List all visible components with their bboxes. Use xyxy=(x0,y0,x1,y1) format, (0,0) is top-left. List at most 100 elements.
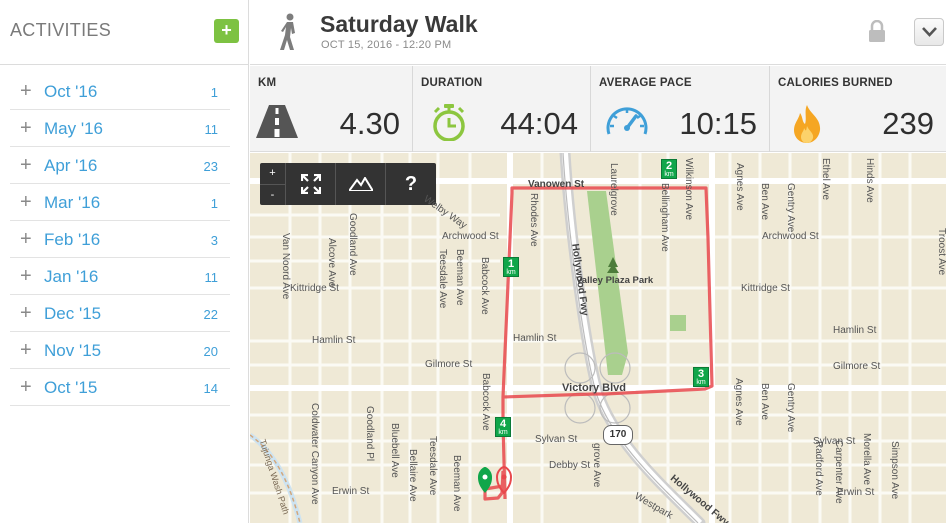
street-label: Ethel Ave xyxy=(820,158,831,201)
route-map[interactable]: + - ? Vanowen St Welby Way Archwood St A… xyxy=(250,153,946,523)
street-label: Goodland Ave xyxy=(347,213,358,276)
expand-icon: + xyxy=(20,302,32,324)
month-label[interactable]: Oct '15 xyxy=(44,378,97,398)
stat-value: 44:04 xyxy=(500,106,578,141)
month-label[interactable]: Nov '15 xyxy=(44,341,101,361)
street-label: Hamlin St xyxy=(513,333,557,344)
month-count: 14 xyxy=(203,381,218,396)
chevron-down-icon xyxy=(922,27,937,37)
street-label: Simpson Ave xyxy=(889,441,900,500)
street-label: Troost Ave xyxy=(936,228,946,276)
street-label: Alcove Ave xyxy=(326,238,337,288)
street-label: Wilkinson Ave xyxy=(683,158,694,221)
sidebar-header: ACTIVITIES + xyxy=(0,0,249,65)
street-label: Archwood St xyxy=(442,231,499,242)
month-count: 3 xyxy=(210,233,218,248)
month-label[interactable]: Feb '16 xyxy=(44,230,100,250)
month-count: 11 xyxy=(204,270,219,285)
street-label: Laurelgrove xyxy=(608,163,619,216)
month-label[interactable]: Apr '16 xyxy=(44,156,97,176)
street-label: Rhodes Ave xyxy=(528,193,539,247)
month-item-dec-15[interactable]: + Dec '15 22 xyxy=(10,295,230,332)
road-icon xyxy=(256,105,298,138)
street-label: Gentry Ave xyxy=(785,383,796,433)
street-label: Van Noord Ave xyxy=(280,233,291,300)
street-label: Babcock Ave xyxy=(479,257,490,315)
fullscreen-icon xyxy=(301,174,321,194)
expand-icon: + xyxy=(20,339,32,361)
street-label: Ben Ave xyxy=(759,183,770,221)
street-label: Gilmore St xyxy=(425,359,473,370)
street-label: Hamlin St xyxy=(833,325,877,336)
street-label: Agnes Ave xyxy=(733,378,744,426)
zoom-out-button[interactable]: - xyxy=(260,184,285,205)
expand-icon: + xyxy=(20,228,32,250)
street-label: Kittridge St xyxy=(741,283,790,294)
street-label: Debby St xyxy=(549,460,591,471)
expand-icon: + xyxy=(20,376,32,398)
mountain-icon xyxy=(349,177,373,191)
expand-icon: + xyxy=(20,191,32,213)
stat-label: AVERAGE PACE xyxy=(599,77,692,89)
km-marker-4: 4 km xyxy=(495,417,511,437)
stat-calories: CALORIES BURNED 239 xyxy=(770,66,946,152)
street-label: Bellingham Ave xyxy=(659,183,670,252)
month-count: 1 xyxy=(210,85,218,100)
month-item-jan-16[interactable]: + Jan '16 11 xyxy=(10,258,230,295)
stats-bar: KM 4.30 DURATION 44:04 AVERAGE PACE 10:1… xyxy=(250,66,946,152)
activity-menu-button[interactable] xyxy=(914,18,944,46)
street-label: Hinds Ave xyxy=(864,158,875,203)
km-marker-3: 3 km xyxy=(693,367,709,387)
month-label[interactable]: May '16 xyxy=(44,119,103,139)
map-controls: + - ? xyxy=(260,163,436,205)
km-marker-2: 2 km xyxy=(661,159,677,179)
stat-label: DURATION xyxy=(421,77,483,89)
expand-icon: + xyxy=(20,265,32,287)
activity-date: OCT 15, 2016 - 12:20 PM xyxy=(321,39,452,51)
month-label[interactable]: Dec '15 xyxy=(44,304,101,324)
street-label: Gentry Ave xyxy=(785,183,796,233)
stat-distance: KM 4.30 xyxy=(250,66,413,152)
flame-icon xyxy=(794,105,821,143)
add-activity-button[interactable]: + xyxy=(214,19,239,43)
month-count: 22 xyxy=(203,307,218,322)
stat-label: CALORIES BURNED xyxy=(778,77,893,89)
month-item-oct-15[interactable]: + Oct '15 14 xyxy=(10,369,230,406)
month-item-feb-16[interactable]: + Feb '16 3 xyxy=(10,221,230,258)
month-count: 1 xyxy=(210,196,218,211)
month-label[interactable]: Oct '16 xyxy=(44,82,97,102)
zoom-controls: + - xyxy=(260,163,286,205)
sidebar-title: ACTIVITIES xyxy=(10,20,112,40)
month-label[interactable]: Jan '16 xyxy=(44,267,98,287)
month-count: 20 xyxy=(203,344,218,359)
terrain-button[interactable] xyxy=(336,163,386,205)
street-label: Teesdale Ave xyxy=(437,249,448,309)
month-item-oct-16[interactable]: + Oct '16 1 xyxy=(10,73,230,110)
month-item-may-16[interactable]: + May '16 11 xyxy=(10,110,230,147)
month-label[interactable]: Mar '16 xyxy=(44,193,100,213)
street-label: Archwood St xyxy=(762,231,819,242)
fullscreen-button[interactable] xyxy=(286,163,336,205)
street-label: Gilmore St xyxy=(833,361,881,372)
lock-icon[interactable] xyxy=(867,20,887,42)
street-label: Goodland Pl xyxy=(364,406,375,462)
street-label: Bluebell Ave xyxy=(389,423,400,478)
stat-label: KM xyxy=(258,77,277,89)
street-label: Teesdale Ave xyxy=(427,436,438,496)
street-label: Bellaire Ave xyxy=(407,449,418,502)
street-label: Hamlin St xyxy=(312,335,356,346)
stat-value: 10:15 xyxy=(679,106,757,141)
zoom-in-button[interactable]: + xyxy=(260,163,285,184)
speedometer-icon xyxy=(606,107,648,135)
street-label: Morella Ave xyxy=(861,433,872,486)
street-label: Ben Ave xyxy=(759,383,770,421)
month-item-mar-16[interactable]: + Mar '16 1 xyxy=(10,184,230,221)
street-label: grove Ave xyxy=(591,443,602,488)
month-count: 11 xyxy=(204,122,219,137)
street-label: Sylvan St xyxy=(535,434,578,445)
month-item-apr-16[interactable]: + Apr '16 23 xyxy=(10,147,230,184)
month-count: 23 xyxy=(203,159,218,174)
app: ACTIVITIES + + Oct '16 1 + May '16 11 + Apr '… xyxy=(0,0,946,523)
highway-shield: 170 xyxy=(603,425,633,445)
month-item-nov-15[interactable]: + Nov '15 20 xyxy=(10,332,230,369)
